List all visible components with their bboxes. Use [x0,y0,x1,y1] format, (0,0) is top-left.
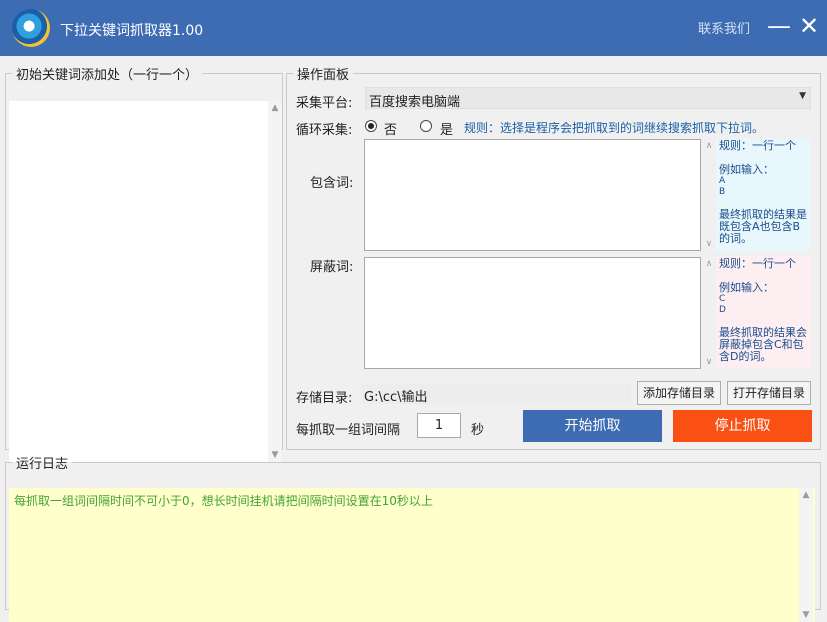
storage-path-field[interactable]: G:\cc\输出 [361,384,631,405]
contact-us-link[interactable]: 联系我们 [698,18,750,37]
close-icon[interactable]: ✕ [796,13,822,39]
scroll-up-icon[interactable]: ▲ [268,103,282,113]
include-hint: 规则：一行一个 例如输入： A B 最终抓取的结果是既包含A也包含B的词。 [716,138,811,251]
open-storage-button[interactable]: 打开存储目录 [727,381,811,405]
add-storage-button[interactable]: 添加存储目录 [637,381,721,405]
start-button[interactable]: 开始抓取 [523,410,662,442]
initial-keywords-textarea[interactable] [9,101,268,462]
exclude-hint-example-label: 例如输入： [719,281,774,294]
include-hint-example-1: A [719,176,726,186]
exclude-words-textarea[interactable] [364,257,701,369]
include-hint-example-2: B [719,187,726,197]
scroll-up-icon[interactable]: ∧ [702,259,716,269]
platform-selected-value: 百度搜索电脑端 [369,95,461,110]
include-scrollbar[interactable]: ∧ ∨ [702,139,716,251]
loop-yes-radio[interactable] [420,120,432,132]
loop-no-label[interactable]: 否 [384,119,397,138]
include-hint-result: 最终抓取的结果是既包含A也包含B的词。 [719,208,807,245]
keywords-scrollbar[interactable]: ▲ ▼ [268,101,282,462]
exclude-label: 屏蔽词: [310,260,354,275]
loop-rule-note: 规则：选择是程序会把抓取到的词继续搜索抓取下拉词。 [464,121,765,135]
platform-label: 采集平台: [296,96,353,111]
scroll-down-icon[interactable]: ∨ [702,239,716,249]
include-words-textarea[interactable] [364,139,701,251]
interval-label: 每抓取一组词间隔 [296,423,401,438]
scroll-up-icon[interactable]: ▲ [799,490,813,500]
log-panel-legend: 运行日志 [16,457,69,472]
loop-yes-label[interactable]: 是 [440,119,453,138]
window-title: 下拉关键词抓取器1.00 [60,23,204,39]
dropdown-arrow-icon[interactable]: ▼ [799,91,806,101]
exclude-hint-rule: 规则：一行一个 [719,257,796,270]
interval-unit: 秒 [471,423,485,438]
exclude-scrollbar[interactable]: ∧ ∨ [702,257,716,369]
log-line: 每抓取一组词间隔时间不可小于0，想长时间挂机请把间隔时间设置在10秒以上 [14,494,433,508]
exclude-hint-result: 最终抓取的结果会屏蔽掉包含C和包含D的词。 [719,326,807,363]
app-logo-icon [12,9,50,47]
scroll-down-icon[interactable]: ∨ [702,357,716,367]
storage-path-value: G:\cc\输出 [364,390,428,405]
log-panel: 运行日志 每抓取一组词间隔时间不可小于0，想长时间挂机请把间隔时间设置在10秒以… [5,453,821,622]
include-label: 包含词: [310,176,354,191]
interval-input[interactable]: 1 [417,413,461,438]
platform-select[interactable]: 百度搜索电脑端 ▼ [365,87,811,110]
exclude-hint-example-2: D [719,305,726,315]
minimize-icon[interactable]: — [766,13,792,39]
loop-label: 循环采集: [296,123,353,138]
exclude-hint: 规则：一行一个 例如输入： C D 最终抓取的结果会屏蔽掉包含C和包含D的词。 [716,256,811,369]
include-hint-example-label: 例如输入： [719,163,774,176]
scroll-down-icon[interactable]: ▼ [799,610,813,620]
loop-no-radio[interactable] [365,120,377,132]
log-scrollbar[interactable]: ▲ ▼ [799,488,813,622]
scroll-up-icon[interactable]: ∧ [702,141,716,151]
exclude-hint-example-1: C [719,294,726,304]
log-output[interactable]: 每抓取一组词间隔时间不可小于0，想长时间挂机请把间隔时间设置在10秒以上 [9,488,815,622]
include-hint-rule: 规则：一行一个 [719,139,796,152]
keywords-panel: 初始关键词添加处（一行一个） ▲ ▼ [5,64,283,462]
keywords-panel-legend: 初始关键词添加处（一行一个） [16,68,199,83]
stop-button[interactable]: 停止抓取 [673,410,812,442]
storage-label: 存储目录: [296,391,353,406]
title-bar: 下拉关键词抓取器1.00 联系我们 — ✕ [0,0,827,56]
operation-panel-legend: 操作面板 [297,68,350,83]
